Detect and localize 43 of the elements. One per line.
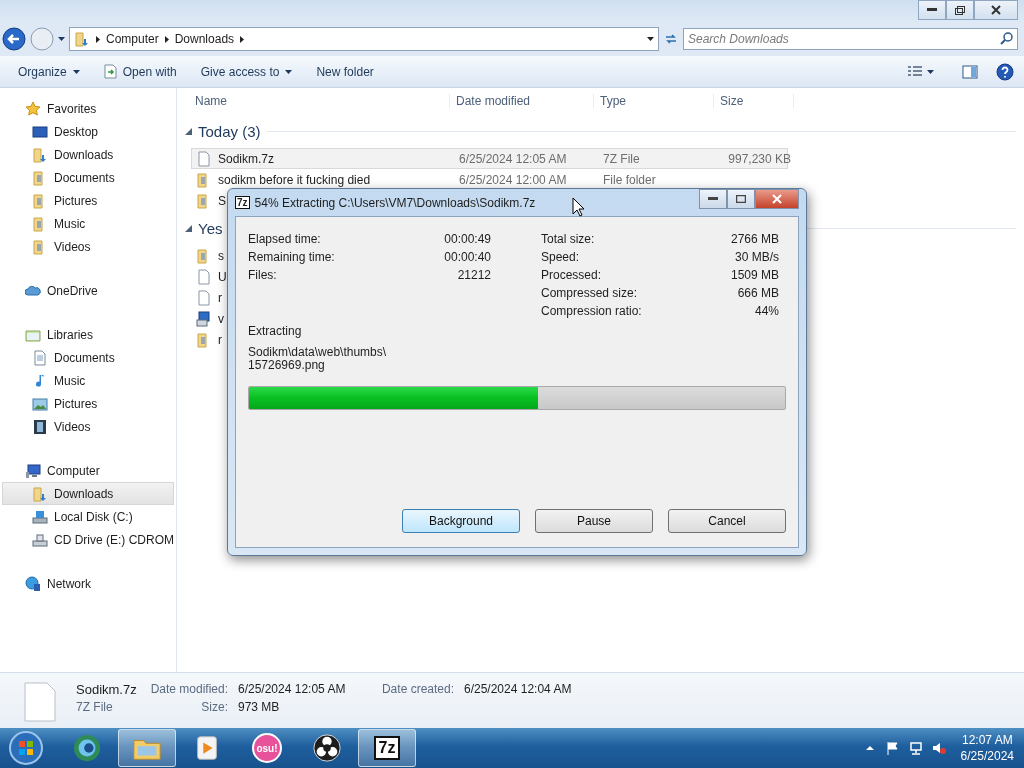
detail-value: 6/25/2024 12:05 AM: [237, 682, 347, 698]
stat-label: Processed:: [541, 268, 603, 282]
osu-logo: osu!: [252, 733, 282, 763]
stat-label: Speed:: [541, 250, 581, 264]
stat-value: 00:00:40: [443, 250, 491, 264]
dialog-title: 54% Extracting C:\Users\VM7\Downloads\Sodikm.7z: [254, 195, 536, 210]
stat-value: 1509 MB: [729, 268, 779, 282]
stat-value: 21212: [456, 268, 491, 282]
stat-value: 44%: [753, 304, 779, 318]
sevenzip-logo: 7z: [373, 736, 401, 760]
current-file-path: Sodikm\data\web\thumbs\: [248, 345, 387, 359]
file-name: Sodikm.7z: [218, 151, 275, 166]
stat-label: Files:: [248, 268, 278, 282]
file-name: Sodikm.7z: [76, 682, 136, 699]
sevenzip-logo: 7z: [235, 196, 250, 209]
file-name: v: [218, 311, 224, 326]
detail-value: 6/25/2024 12:04 AM: [463, 682, 573, 698]
file-type: 7Z File: [76, 700, 114, 716]
stat-value: 30 MB/s: [734, 250, 779, 264]
date-modified: 6/25/2024 12:05 AM: [458, 151, 568, 166]
detail-label: Size:: [200, 700, 228, 716]
stat-value: 666 MB: [736, 286, 779, 300]
detail-label: Date created:: [380, 682, 454, 698]
stat-label: Elapsed time:: [248, 232, 322, 246]
stat-label: Remaining time:: [248, 250, 336, 264]
file-type: 7Z File: [602, 151, 641, 166]
stat-value: 00:00:49: [443, 232, 491, 246]
file-type: File folder: [602, 172, 657, 187]
stat-label: Compression ratio:: [541, 304, 643, 318]
detail-label: Date modified:: [149, 682, 228, 698]
file-name: s: [218, 248, 224, 263]
file-name: r: [218, 332, 222, 347]
date-modified: 6/25/2024 12:00 AM: [458, 172, 568, 187]
stat-value: 2766 MB: [729, 232, 779, 246]
file-name: r: [218, 290, 222, 305]
current-file-path: 15726969.png: [248, 358, 325, 372]
status-label: Extracting: [248, 324, 303, 338]
stat-label: Total size:: [541, 232, 596, 246]
file-name: U: [218, 269, 227, 284]
file-name: S: [218, 193, 226, 208]
detail-value: 973 MB: [237, 700, 281, 716]
file-name: sodikm before it fucking died: [218, 172, 371, 187]
stat-label: Compressed size:: [541, 286, 639, 300]
